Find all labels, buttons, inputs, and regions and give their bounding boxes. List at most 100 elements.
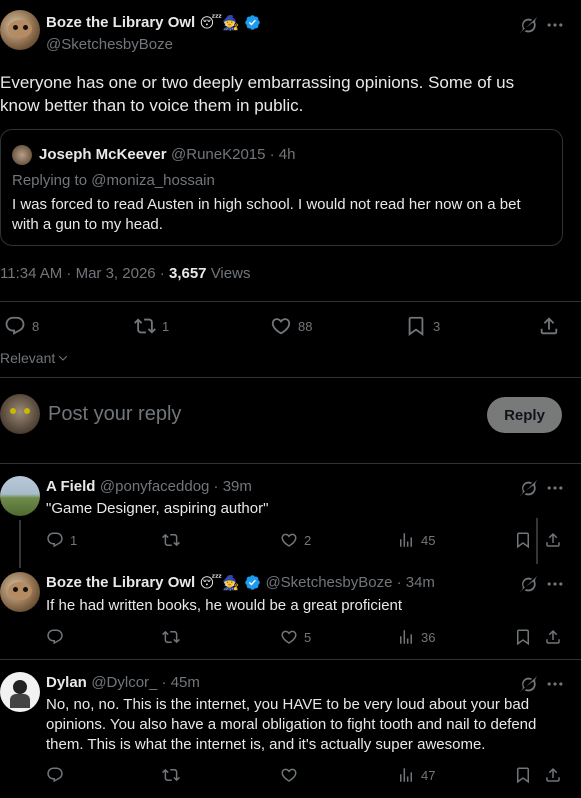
more-options-icon[interactable] xyxy=(545,674,565,694)
quoted-replying-to: Replying to @moniza_hossain xyxy=(12,172,215,189)
reply-author-handle[interactable]: @Dylcor_ · 45m xyxy=(91,674,200,691)
quoted-text: I was forced to read Austen in high scho… xyxy=(12,195,521,235)
avatar[interactable] xyxy=(0,10,40,50)
sort-label: Relevant xyxy=(0,350,56,366)
like-icon xyxy=(270,315,292,337)
views-button[interactable]: 36 xyxy=(397,628,435,646)
author-handle[interactable]: @SketchesbyBoze xyxy=(46,36,173,53)
reply-text: "Game Designer, aspiring author" xyxy=(46,500,269,517)
post-meta: 11:34 AM · Mar 3, 2026 · 3,657 Views xyxy=(0,265,250,282)
reply-author-handle[interactable]: @ponyfaceddog · 39m xyxy=(100,478,252,495)
post-text: Everyone has one or two deeply embarrass… xyxy=(0,71,514,117)
post-text-line: know better than to voice them in public… xyxy=(0,96,304,115)
bookmark-icon[interactable] xyxy=(514,766,532,784)
repost-icon xyxy=(134,315,156,337)
sort-dropdown[interactable]: Relevant xyxy=(0,350,69,366)
reply-author-name[interactable]: A Field xyxy=(46,478,95,495)
share-icon[interactable] xyxy=(544,628,562,646)
reply-icon xyxy=(4,315,26,337)
like-icon xyxy=(280,628,298,646)
views-count: 45 xyxy=(421,532,436,548)
bookmark-icon[interactable] xyxy=(514,531,532,549)
repost-button[interactable]: 1 xyxy=(134,315,169,337)
author-name[interactable]: Boze the Library Owl xyxy=(46,14,195,31)
repost-count: 1 xyxy=(162,318,170,334)
reply-button[interactable] xyxy=(46,628,70,646)
bookmark-icon[interactable] xyxy=(514,628,532,646)
reply-button[interactable] xyxy=(46,766,70,784)
bookmark-icon xyxy=(405,315,427,337)
reply-button[interactable]: 8 xyxy=(4,315,39,337)
quoted-text-line: with a gun to my head. xyxy=(12,216,163,233)
reply-author-line: Boze the Library Owl 😴🧙 @SketchesbyBoze … xyxy=(46,574,435,592)
divider xyxy=(0,301,581,302)
share-icon[interactable] xyxy=(544,766,562,784)
repost-icon xyxy=(162,766,180,784)
reply-text-line: them. This is what the internet is, and … xyxy=(46,736,486,753)
reply-author-line: Dylan @Dylcor_ · 45m xyxy=(46,674,200,692)
reply-icon xyxy=(46,531,64,549)
views-button[interactable]: 47 xyxy=(397,766,435,784)
post-timestamp[interactable]: 11:34 AM · Mar 3, 2026 · xyxy=(0,265,169,282)
repost-icon xyxy=(162,531,180,549)
reply-text-line: opinions. You also have a moral obligati… xyxy=(46,716,537,733)
post-text-line: Everyone has one or two deeply embarrass… xyxy=(0,73,515,92)
grok-icon[interactable] xyxy=(518,15,538,35)
avatar[interactable] xyxy=(0,672,40,712)
more-options-icon[interactable] xyxy=(545,574,565,594)
reply-button[interactable]: 1 xyxy=(46,531,77,549)
share-button[interactable] xyxy=(538,315,560,337)
views-label: Views xyxy=(206,265,251,282)
divider xyxy=(0,659,581,660)
more-options-icon[interactable] xyxy=(545,478,565,498)
repost-button[interactable] xyxy=(162,766,186,784)
reply-author-name[interactable]: Dylan xyxy=(46,674,87,691)
grok-icon[interactable] xyxy=(518,574,538,594)
like-button[interactable] xyxy=(280,766,304,784)
quoted-post[interactable]: Joseph McKeever @RuneK2015 · 4h Replying… xyxy=(0,129,563,246)
reply-text: If he had written books, he would be a g… xyxy=(46,597,403,614)
like-count: 2 xyxy=(304,532,312,548)
repost-button[interactable] xyxy=(162,531,186,549)
thread-line xyxy=(536,518,538,564)
like-button[interactable]: 88 xyxy=(270,315,312,337)
bookmark-button[interactable]: 3 xyxy=(405,315,440,337)
share-icon[interactable] xyxy=(544,531,562,549)
like-count: 5 xyxy=(304,629,312,645)
views-icon xyxy=(397,628,415,646)
quoted-author-line: Joseph McKeever @RuneK2015 · 4h xyxy=(39,146,296,164)
reply-submit-button[interactable]: Reply xyxy=(487,397,562,433)
author-emojis: 😴🧙 xyxy=(199,574,240,591)
more-options-icon[interactable] xyxy=(545,15,565,35)
reply-icon xyxy=(46,766,64,784)
views-count: 36 xyxy=(421,629,436,645)
reply-author-line: A Field @ponyfaceddog · 39m xyxy=(46,478,252,496)
like-count: 88 xyxy=(298,318,313,334)
share-icon xyxy=(538,315,560,337)
grok-icon[interactable] xyxy=(518,478,538,498)
like-button[interactable]: 2 xyxy=(280,531,311,549)
views-count: 3,657 xyxy=(168,265,207,282)
reply-input[interactable]: Post your reply xyxy=(48,403,181,426)
author-emojis: 😴🧙 xyxy=(199,14,240,31)
repost-button[interactable] xyxy=(162,628,186,646)
avatar[interactable] xyxy=(0,572,40,612)
views-button[interactable]: 45 xyxy=(397,531,435,549)
views-count: 47 xyxy=(421,767,436,783)
grok-icon[interactable] xyxy=(518,674,538,694)
reply-author-name[interactable]: Boze the Library Owl xyxy=(46,574,195,591)
reply-author-handle[interactable]: @SketchesbyBoze · 34m xyxy=(265,574,434,591)
like-button[interactable]: 5 xyxy=(280,628,311,646)
quoted-text-line: I was forced to read Austen in high scho… xyxy=(12,196,521,213)
avatar[interactable] xyxy=(0,476,40,516)
my-avatar xyxy=(0,394,40,434)
repost-icon xyxy=(162,628,180,646)
views-icon xyxy=(397,531,415,549)
quoted-avatar xyxy=(12,145,32,165)
like-icon xyxy=(280,531,298,549)
divider xyxy=(0,377,581,378)
author-line: Boze the Library Owl 😴🧙 xyxy=(46,14,261,32)
verified-badge-icon xyxy=(244,14,261,31)
reply-count: 1 xyxy=(70,532,78,548)
bookmark-count: 3 xyxy=(433,318,441,334)
